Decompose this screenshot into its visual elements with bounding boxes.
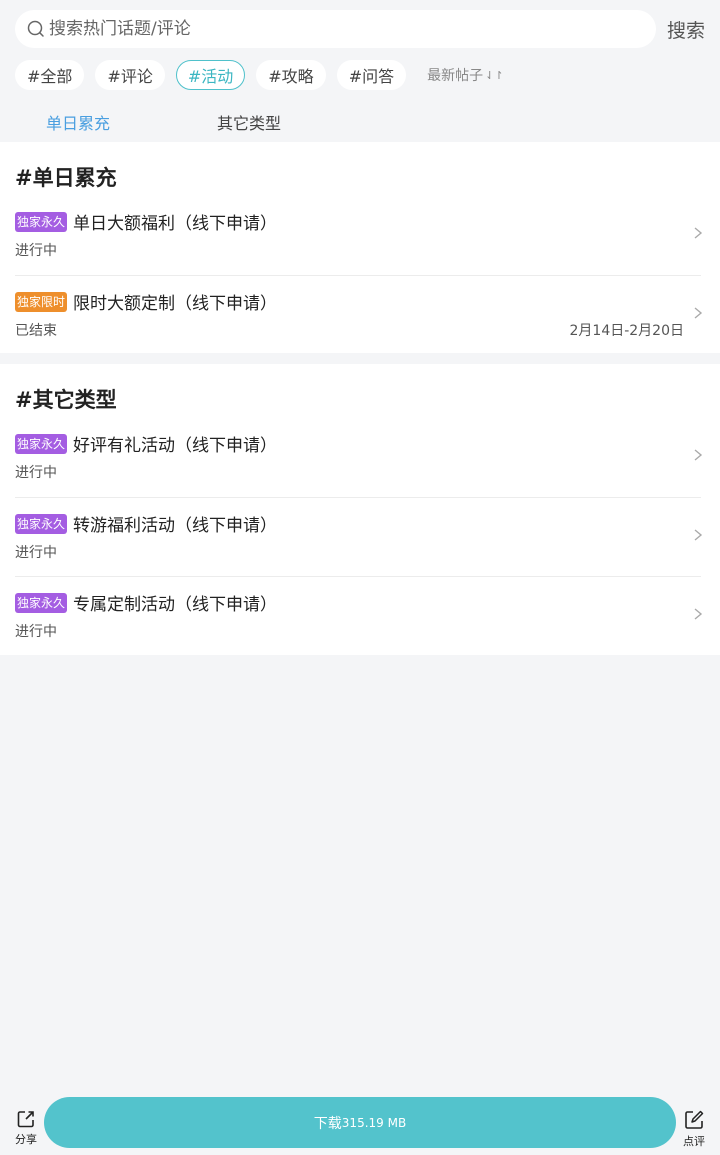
chevron-right-icon <box>694 227 703 239</box>
download-label: 下载 <box>313 1115 342 1132</box>
tab-daily-recharge[interactable]: 单日累充 <box>46 110 110 134</box>
section-title: #其它类型 <box>15 388 117 412</box>
tab-other-types[interactable]: 其它类型 <box>217 110 281 134</box>
item-title-row: 独家永久 转游福利活动（线下申请） <box>15 511 277 536</box>
badge: 独家永久 <box>15 433 68 454</box>
review-button[interactable]: 点评 <box>677 1109 711 1149</box>
category-tabs: 单日累充 其它类型 <box>0 106 720 136</box>
share-button[interactable]: 分享 <box>9 1109 43 1149</box>
badge: 独家永久 <box>15 513 68 534</box>
item-title-row: 独家永久 好评有礼活动（线下申请） <box>15 431 277 456</box>
item-status: 进行中 <box>15 243 57 259</box>
chevron-right-icon <box>694 608 703 620</box>
edit-icon <box>685 1110 704 1129</box>
list-item[interactable]: 独家永久 好评有礼活动（线下申请） 进行中 <box>15 418 703 497</box>
section-title: #单日累充 <box>15 166 117 190</box>
item-title-row: 独家永久 单日大额福利（线下申请） <box>15 209 277 234</box>
share-icon <box>17 1111 34 1128</box>
chip-comments[interactable]: #评论 <box>95 60 165 90</box>
item-title-row: 独家限时 限时大额定制（线下申请） <box>15 289 277 314</box>
item-status: 进行中 <box>15 624 57 640</box>
sort-label: 最新帖子 <box>427 68 484 84</box>
search-button[interactable]: 搜索 <box>667 16 705 43</box>
topic-chips: #全部 #评论 #活动 #攻略 #问答 最新帖子 ⇃↾ <box>15 59 504 91</box>
list-item[interactable]: 独家永久 转游福利活动（线下申请） 进行中 <box>15 497 703 576</box>
download-size: 315.19 MB <box>341 1115 407 1130</box>
badge: 独家永久 <box>15 592 68 613</box>
list-item[interactable]: 独家永久 专属定制活动（线下申请） 进行中 <box>15 576 703 655</box>
chevron-right-icon <box>694 449 703 461</box>
item-title-row: 独家永久 专属定制活动（线下申请） <box>15 590 277 615</box>
item-status: 进行中 <box>15 545 57 561</box>
share-label: 分享 <box>15 1133 37 1146</box>
item-status: 进行中 <box>15 465 57 481</box>
review-label: 点评 <box>683 1135 705 1148</box>
download-button[interactable]: 下载 315.19 MB <box>44 1097 676 1148</box>
chip-activities[interactable]: #活动 <box>175 60 246 90</box>
item-title: 限时大额定制（线下申请） <box>73 294 278 314</box>
bottom-bar: 分享 下载 315.19 MB 点评 <box>0 1095 720 1155</box>
list-item[interactable]: 独家限时 限时大额定制（线下申请） 已结束 2月14日-2月20日 <box>15 275 703 354</box>
chevron-right-icon <box>694 529 703 541</box>
chip-guides[interactable]: #攻略 <box>256 60 326 90</box>
sort-toggle[interactable]: 最新帖子 ⇃↾ <box>427 65 503 85</box>
item-title: 专属定制活动（线下申请） <box>73 595 278 615</box>
item-title: 单日大额福利（线下申请） <box>73 214 278 234</box>
chevron-right-icon <box>694 307 703 319</box>
item-title: 转游福利活动（线下申请） <box>73 516 278 536</box>
section-daily-recharge: #单日累充 独家永久 单日大额福利（线下申请） 进行中 独家限时 限时大额定制（… <box>0 142 720 353</box>
search-row: 搜索 <box>15 10 705 48</box>
badge: 独家限时 <box>15 291 68 312</box>
list-item[interactable]: 独家永久 单日大额福利（线下申请） 进行中 <box>15 196 703 275</box>
search-input[interactable] <box>49 19 629 39</box>
section-other-types: #其它类型 独家永久 好评有礼活动（线下申请） 进行中 独家永久 转游福利活动（… <box>0 364 720 655</box>
chip-qa[interactable]: #问答 <box>336 60 407 90</box>
search-box[interactable] <box>15 10 656 48</box>
search-icon <box>25 18 47 40</box>
badge: 独家永久 <box>15 211 68 232</box>
item-title: 好评有礼活动（线下申请） <box>73 436 278 456</box>
item-status: 已结束 <box>15 323 57 339</box>
item-date: 2月14日-2月20日 <box>569 323 685 339</box>
chip-all[interactable]: #全部 <box>15 60 85 90</box>
sort-arrows-icon: ⇃↾ <box>485 68 504 82</box>
